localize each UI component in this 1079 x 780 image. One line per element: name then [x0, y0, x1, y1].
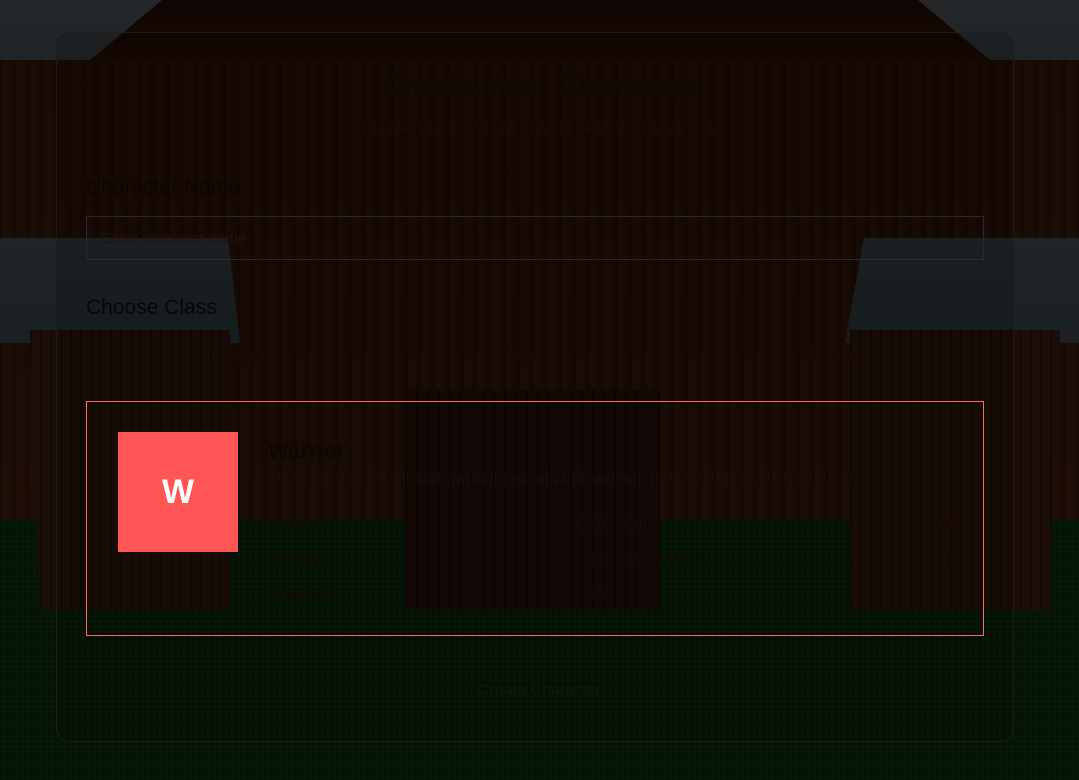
- stat-label-strength: Strength:: [268, 551, 333, 568]
- tab-archer[interactable]: Archer: [682, 348, 980, 366]
- class-icon-letter: W: [161, 472, 195, 511]
- create-character-button[interactable]: Create Character: [0, 681, 1079, 701]
- character-name-label: Character Name: [86, 176, 241, 199]
- page-title: Create Your Character: [381, 70, 698, 103]
- class-portrait-icon: W: [118, 432, 238, 552]
- choose-class-label: Choose Class: [86, 296, 217, 319]
- tab-warrior[interactable]: Warrior: [90, 348, 388, 366]
- tab-mage[interactable]: Mage: [386, 348, 684, 366]
- class-description: Masters of close combat, warriors excel …: [268, 470, 858, 487]
- page-subtitle: Choose your name and class to begin your…: [361, 120, 718, 137]
- stat-value-intelligence: 5: [944, 551, 953, 568]
- class-details-card: W Warrior Masters of close combat, warri…: [86, 401, 984, 636]
- stat-value-dexterity: 10: [588, 586, 606, 603]
- stat-value-mana: 50: [935, 516, 953, 533]
- stat-label-health: Health:: [268, 516, 319, 533]
- stat-label-mana: Mana:: [616, 516, 661, 533]
- stat-label-dexterity: Dexterity:: [268, 586, 336, 603]
- stat-label-intelligence: Intelligence:: [616, 551, 702, 568]
- character-name-input[interactable]: [86, 216, 984, 260]
- stat-value-strength: 15: [588, 551, 606, 568]
- stat-value-health: 120: [579, 516, 606, 533]
- class-name: Warrior: [268, 438, 346, 463]
